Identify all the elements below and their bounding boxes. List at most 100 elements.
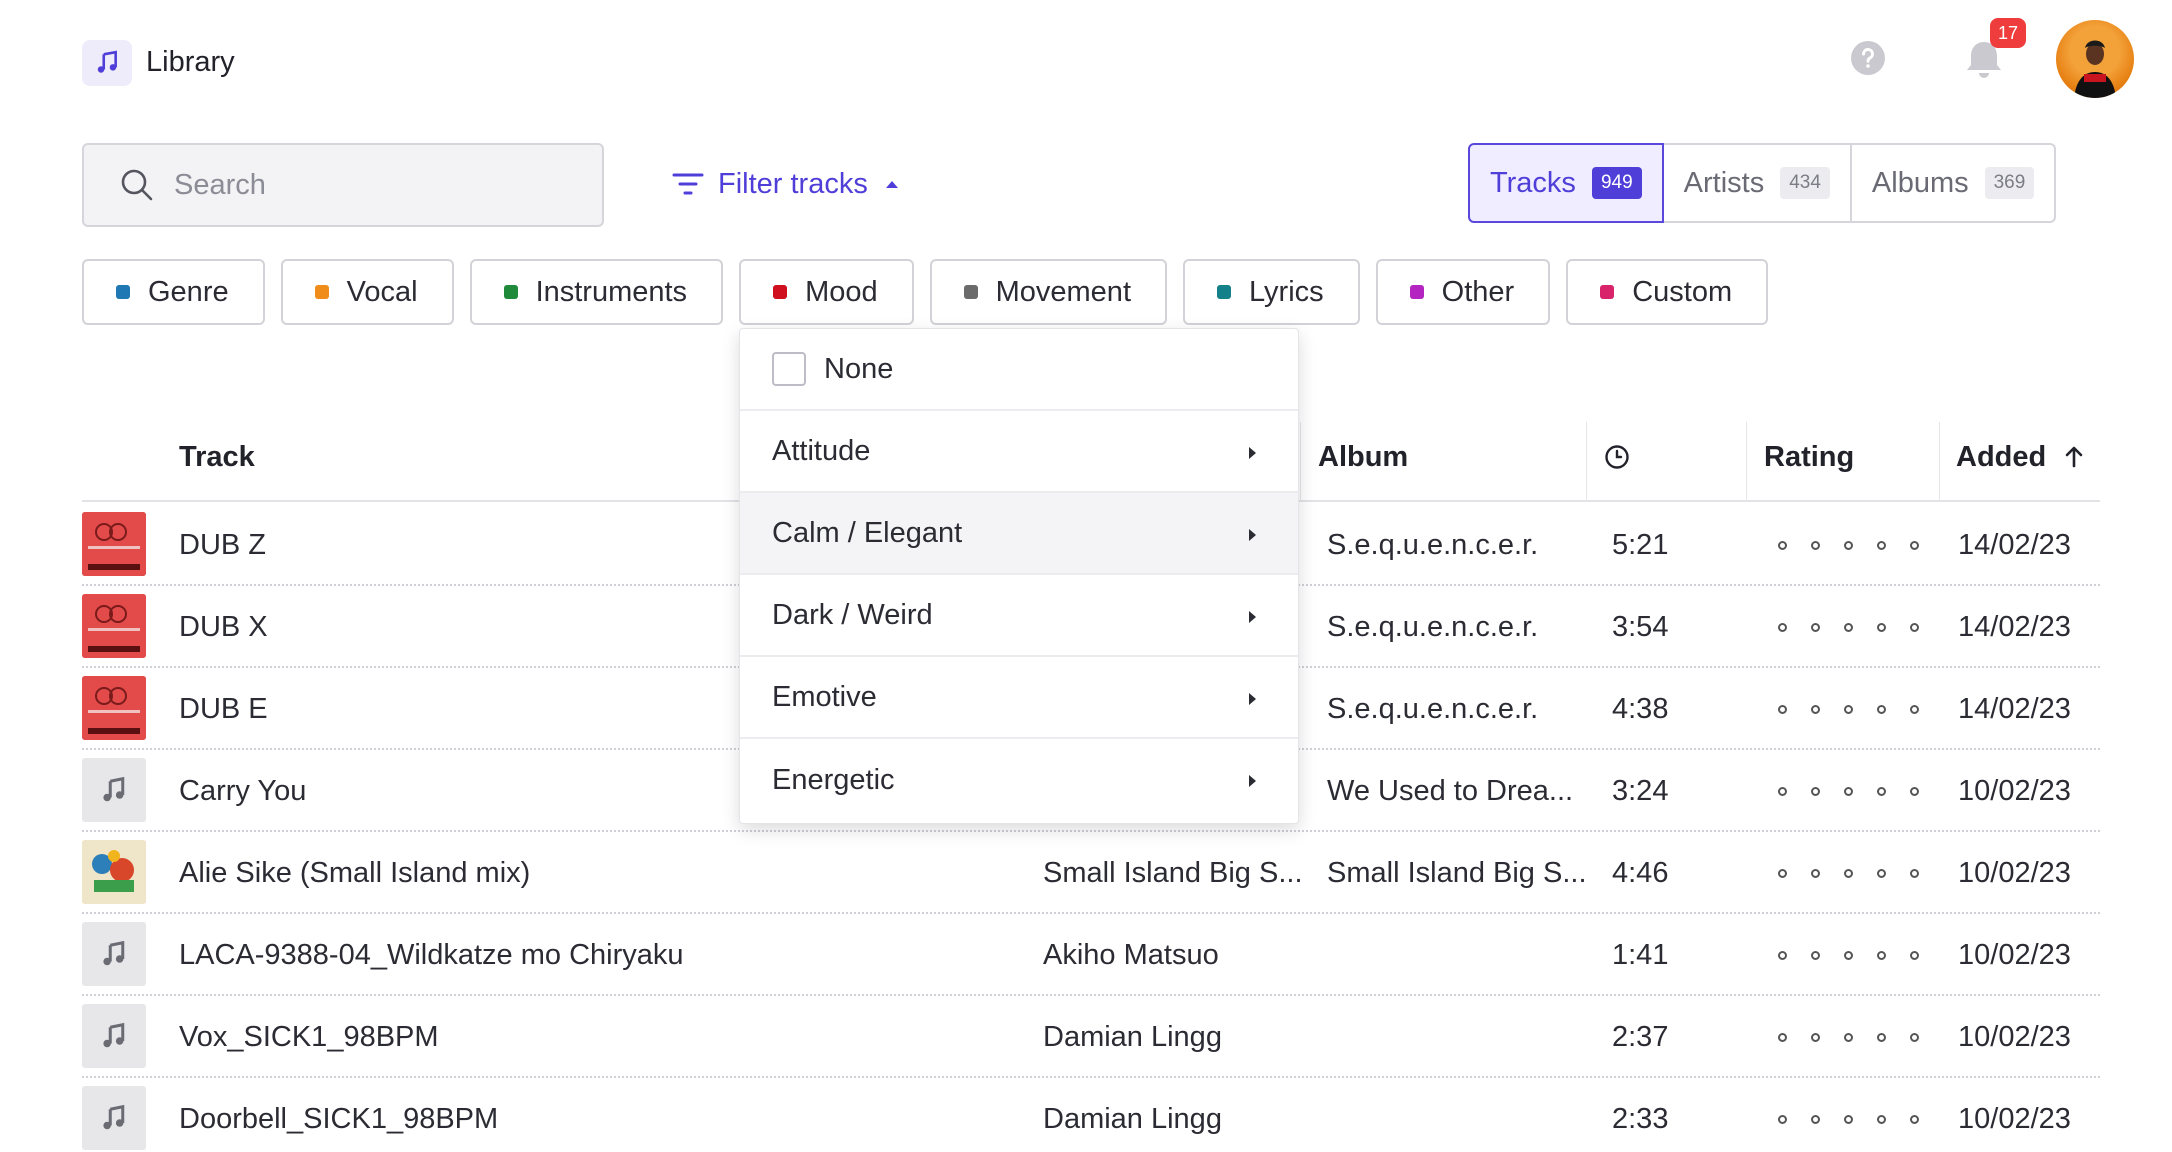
track-artist[interactable]: Damian Lingg (1043, 996, 1222, 1078)
chip-lyrics[interactable]: Lyrics (1183, 259, 1360, 325)
rating-dot-icon[interactable] (1877, 704, 1886, 714)
chip-mood[interactable]: Mood (739, 259, 914, 325)
rating-dot-icon[interactable] (1910, 1032, 1919, 1042)
rating-dot-icon[interactable] (1778, 1114, 1787, 1124)
tab-albums[interactable]: Albums 369 (1851, 143, 2057, 223)
rating-dot-icon[interactable] (1778, 950, 1787, 960)
track-artist[interactable]: Small Island Big S... (1043, 832, 1303, 914)
album-thumbnail (82, 840, 146, 904)
chip-vocal[interactable]: Vocal (280, 259, 454, 325)
rating-dot-icon[interactable] (1844, 868, 1853, 878)
rating-dot-icon[interactable] (1778, 1032, 1787, 1042)
rating-dot-icon[interactable] (1778, 786, 1787, 796)
rating-dot-icon[interactable] (1811, 622, 1820, 632)
track-rating[interactable] (1778, 1078, 1919, 1152)
track-rating[interactable] (1778, 504, 1919, 586)
track-album[interactable]: Small Island Big S... (1327, 832, 1587, 914)
none-checkbox[interactable] (772, 352, 806, 386)
rating-dot-icon[interactable] (1844, 1032, 1853, 1042)
track-added-date: 10/02/23 (1958, 938, 2071, 971)
rating-dot-icon[interactable] (1844, 704, 1853, 714)
rating-dot-icon[interactable] (1910, 786, 1919, 796)
column-header-rating[interactable]: Rating (1764, 412, 1854, 502)
rating-dot-icon[interactable] (1844, 786, 1853, 796)
dropdown-item-attitude[interactable]: Attitude (740, 411, 1298, 493)
rating-dot-icon[interactable] (1778, 704, 1787, 714)
dropdown-item-dark-weird[interactable]: Dark / Weird (740, 575, 1298, 657)
rating-dot-icon[interactable] (1811, 540, 1820, 550)
tab-tracks-label: Tracks (1490, 166, 1576, 199)
rating-dot-icon[interactable] (1910, 622, 1919, 632)
search-input[interactable]: Search (82, 143, 604, 227)
track-artist[interactable]: Damian Lingg (1043, 1078, 1222, 1152)
rating-dot-icon[interactable] (1877, 950, 1886, 960)
avatar[interactable] (2056, 20, 2134, 98)
rating-dot-icon[interactable] (1778, 868, 1787, 878)
column-header-added[interactable]: Added (1956, 412, 2084, 502)
track-album[interactable]: S.e.q.u.e.n.c.e.r. (1327, 586, 1538, 668)
tab-tracks[interactable]: Tracks 949 (1468, 143, 1664, 223)
rating-dot-icon[interactable] (1778, 622, 1787, 632)
rating-dot-icon[interactable] (1811, 786, 1820, 796)
dropdown-item-energetic[interactable]: Energetic (740, 739, 1298, 821)
library-logo[interactable] (82, 40, 132, 86)
rating-dot-icon[interactable] (1844, 622, 1853, 632)
chip-instruments[interactable]: Instruments (469, 259, 724, 325)
chip-genre[interactable]: Genre (82, 259, 265, 325)
table-row[interactable]: Alie Sike (Small Island mix) Small Island… (82, 832, 2100, 914)
chip-movement[interactable]: Movement (929, 259, 1167, 325)
tab-artists[interactable]: Artists 434 (1663, 143, 1852, 223)
rating-dot-icon[interactable] (1844, 540, 1853, 550)
track-duration: 4:38 (1612, 692, 1669, 725)
rating-dot-icon[interactable] (1877, 540, 1886, 550)
chip-custom[interactable]: Custom (1566, 259, 1769, 325)
dropdown-item-emotive[interactable]: Emotive (740, 657, 1298, 739)
track-rating[interactable] (1778, 832, 1919, 914)
rating-dot-icon[interactable] (1910, 1114, 1919, 1124)
rating-dot-icon[interactable] (1877, 1114, 1886, 1124)
help-circle-icon[interactable] (1850, 40, 1886, 76)
tab-albums-label: Albums (1871, 166, 1969, 199)
rating-dot-icon[interactable] (1910, 704, 1919, 714)
rating-dot-icon[interactable] (1877, 868, 1886, 878)
filter-tracks-button[interactable]: Filter tracks (672, 162, 898, 206)
rating-dot-icon[interactable] (1811, 1114, 1820, 1124)
table-row[interactable]: Vox_SICK1_98BPM Damian Lingg 2:37 10/02/23 (82, 996, 2100, 1078)
album-art-sequencer (82, 676, 146, 740)
dropdown-item-calm-elegant[interactable]: Calm / Elegant (740, 493, 1298, 575)
rating-dot-icon[interactable] (1811, 868, 1820, 878)
table-row[interactable]: Doorbell_SICK1_98BPM Damian Lingg 2:33 10/0… (82, 1078, 2100, 1152)
rating-dot-icon[interactable] (1910, 950, 1919, 960)
track-album[interactable]: S.e.q.u.e.n.c.e.r. (1327, 668, 1538, 750)
rating-dot-icon[interactable] (1877, 786, 1886, 796)
table-row[interactable]: LACA-9388-04_Wildkatze mo Chiryaku Akiho … (82, 914, 2100, 996)
rating-dot-icon[interactable] (1877, 1032, 1886, 1042)
page-title: Library (146, 46, 235, 78)
rating-dot-icon[interactable] (1910, 540, 1919, 550)
filter-tracks-label: Filter tracks (718, 167, 868, 200)
track-artist[interactable]: Akiho Matsuo (1043, 914, 1219, 996)
track-album[interactable]: S.e.q.u.e.n.c.e.r. (1327, 504, 1538, 586)
dropdown-item-label: Attitude (772, 434, 871, 467)
rating-dot-icon[interactable] (1778, 540, 1787, 550)
track-rating[interactable] (1778, 668, 1919, 750)
track-album[interactable]: We Used to Drea... (1327, 750, 1573, 832)
column-header-duration[interactable] (1604, 412, 1630, 502)
rating-dot-icon[interactable] (1844, 1114, 1853, 1124)
rating-dot-icon[interactable] (1811, 1032, 1820, 1042)
track-rating[interactable] (1778, 750, 1919, 832)
column-header-track[interactable]: Track (179, 412, 255, 502)
track-rating[interactable] (1778, 586, 1919, 668)
rating-dot-icon[interactable] (1811, 950, 1820, 960)
rating-dot-icon[interactable] (1811, 704, 1820, 714)
rating-dot-icon[interactable] (1910, 868, 1919, 878)
rating-dot-icon[interactable] (1877, 622, 1886, 632)
track-rating[interactable] (1778, 996, 1919, 1078)
rating-dot-icon[interactable] (1844, 950, 1853, 960)
music-note-icon (103, 776, 125, 802)
chip-other[interactable]: Other (1375, 259, 1551, 325)
column-header-album[interactable]: Album (1318, 412, 1408, 502)
dropdown-item-label: Emotive (772, 680, 877, 713)
track-rating[interactable] (1778, 914, 1919, 996)
dropdown-item-none[interactable]: None (740, 329, 1298, 411)
